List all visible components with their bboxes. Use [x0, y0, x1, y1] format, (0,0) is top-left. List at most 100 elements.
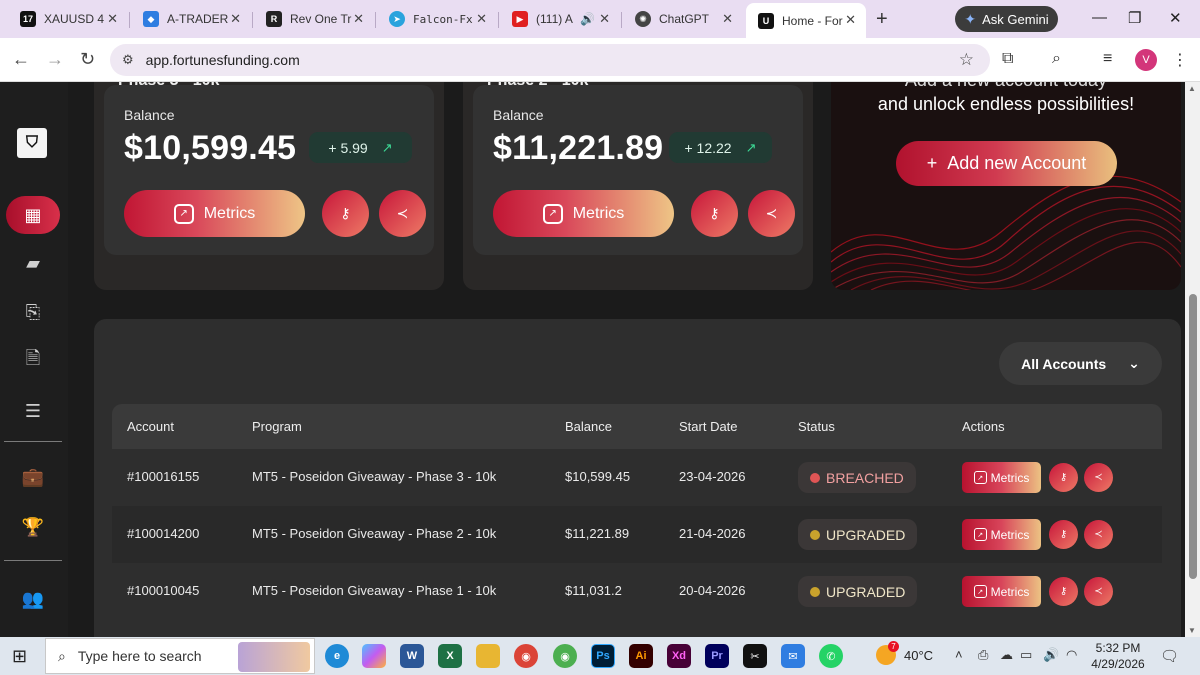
row-share-button[interactable]: ≺ — [1084, 520, 1113, 549]
tab-atrader[interactable]: ◆ A-TRADER ✕ — [131, 5, 251, 33]
wifi-icon[interactable]: ◠ — [1066, 647, 1077, 663]
pnl-badge: + 5.99 ↗ — [309, 132, 412, 163]
sidebar-item-certificates[interactable]: ⎘ — [16, 297, 50, 327]
row-metrics-button[interactable]: ↗ Metrics — [962, 576, 1041, 607]
row-share-button[interactable]: ≺ — [1084, 463, 1113, 492]
photoshop-icon[interactable]: Ps — [591, 644, 615, 668]
metrics-button[interactable]: ↗ Metrics — [493, 190, 674, 237]
metrics-button[interactable]: ↗ Metrics — [124, 190, 305, 237]
report-icon: ☰ — [24, 400, 42, 421]
close-icon[interactable]: ✕ — [476, 11, 487, 27]
chevron-down-icon: ⌄ — [1128, 355, 1140, 371]
address-bar[interactable]: ⚙ app.fortunesfunding.com ☆ — [110, 44, 990, 76]
excel-icon[interactable]: X — [438, 644, 462, 668]
tab-chatgpt[interactable]: ✺ ChatGPT ✕ — [623, 5, 743, 33]
tab-title: Home - For — [782, 13, 843, 28]
minimize-button[interactable]: — — [1092, 9, 1107, 26]
new-tab-button[interactable]: + — [876, 8, 888, 31]
profile-avatar[interactable]: V — [1135, 49, 1157, 71]
system-clock[interactable]: 5:32 PM 4/29/2026 — [1085, 640, 1151, 672]
close-icon[interactable]: ✕ — [107, 11, 118, 27]
tray-chevron-icon[interactable]: ˄ — [955, 647, 963, 662]
temperature: 40°C — [904, 647, 934, 663]
sidebar-item-reports[interactable]: ☰ — [16, 396, 50, 426]
audio-icon[interactable]: 🔊 — [580, 12, 595, 26]
tab-title: Falcon-Fx — [413, 12, 473, 26]
extensions-icon[interactable]: ⧉ — [1002, 50, 1013, 68]
balance-card: Balance $10,599.45 + 5.99 ↗ ↗ Metrics ⚷ … — [104, 85, 434, 255]
menu-icon[interactable]: ⋮ — [1172, 50, 1188, 70]
row-credentials-button[interactable]: ⚷ — [1049, 577, 1078, 606]
row-credentials-button[interactable]: ⚷ — [1049, 520, 1078, 549]
sidebar-item-dashboard[interactable]: ▦ — [6, 196, 60, 234]
copilot-icon[interactable] — [362, 644, 386, 668]
whatsapp-icon[interactable]: ✆ — [819, 644, 843, 668]
tab-youtube[interactable]: ▶ (111) A 🔊 ✕ — [500, 5, 620, 33]
weather-widget[interactable]: 40°C — [876, 645, 933, 665]
balance-label: Balance — [493, 107, 544, 123]
tab-fortunes-home[interactable]: U Home - For ✕ — [746, 3, 866, 38]
media-control-icon[interactable]: ≡ — [1103, 50, 1112, 68]
credentials-button[interactable]: ⚷ — [691, 190, 738, 237]
restore-button[interactable]: ❐ — [1128, 9, 1141, 27]
tray-device-icon[interactable]: ⎙ — [978, 647, 988, 663]
close-icon[interactable]: ✕ — [599, 11, 610, 27]
atrader-icon: ◆ — [143, 11, 159, 27]
notifications-icon[interactable]: 🗨 — [1160, 647, 1179, 665]
row-metrics-button[interactable]: ↗ Metrics — [962, 462, 1041, 493]
close-icon[interactable]: ✕ — [353, 11, 364, 27]
ask-gemini-button[interactable]: ✦ Ask Gemini — [955, 6, 1058, 32]
file-explorer-icon[interactable] — [476, 644, 500, 668]
lens-icon[interactable]: ⌕ — [1052, 50, 1061, 68]
back-button[interactable]: ← — [12, 49, 30, 70]
tab-revone[interactable]: R Rev One Tr ✕ — [254, 5, 374, 33]
chrome-icon[interactable]: ◉ — [553, 644, 577, 668]
row-share-button[interactable]: ≺ — [1084, 577, 1113, 606]
reload-button[interactable]: ↻ — [80, 49, 95, 70]
scrollbar-thumb[interactable] — [1189, 294, 1197, 579]
window-close-button[interactable]: ✕ — [1169, 9, 1182, 27]
forward-button[interactable]: → — [46, 49, 64, 70]
word-icon[interactable]: W — [400, 644, 424, 668]
credentials-button[interactable]: ⚷ — [322, 190, 369, 237]
brand-logo[interactable]: ⛉ — [17, 128, 47, 158]
page-scrollbar[interactable]: ▲ ▼ — [1185, 82, 1200, 637]
chrome-active-icon[interactable]: ◉ — [514, 644, 538, 668]
edge-icon[interactable]: e — [325, 644, 349, 668]
taskbar-search[interactable]: ⌕ Type here to search — [45, 638, 315, 674]
row-credentials-button[interactable]: ⚷ — [1049, 463, 1078, 492]
volume-icon[interactable]: 🔊 — [1043, 647, 1059, 663]
close-icon[interactable]: ✕ — [722, 11, 733, 27]
status-text: UPGRADED — [826, 526, 906, 543]
sidebar-item-wallet[interactable]: ▰ — [16, 248, 50, 278]
certificate-icon: ⎘ — [25, 301, 41, 322]
scroll-up-icon[interactable]: ▲ — [1188, 84, 1196, 93]
metrics-label: Metrics — [203, 204, 256, 222]
site-info-icon[interactable]: ⚙ — [122, 52, 134, 68]
premiere-icon[interactable]: Pr — [705, 644, 729, 668]
close-icon[interactable]: ✕ — [845, 12, 856, 28]
battery-icon[interactable]: ▭ — [1020, 647, 1032, 663]
sidebar-item-invoices[interactable]: 🗎 — [16, 346, 50, 376]
sidebar-item-leaderboard[interactable]: 🏆 — [16, 512, 50, 542]
row-metrics-button[interactable]: ↗ Metrics — [962, 519, 1041, 550]
xd-icon[interactable]: Xd — [667, 644, 691, 668]
tab-separator — [498, 12, 499, 28]
onedrive-icon[interactable]: ☁ — [1000, 647, 1013, 663]
sidebar-item-briefcase[interactable]: 💼 — [16, 462, 50, 492]
scroll-down-icon[interactable]: ▼ — [1188, 626, 1196, 635]
account-filter-dropdown[interactable]: All Accounts ⌄ — [999, 342, 1162, 385]
windows-start-icon[interactable]: ⊞ — [12, 646, 27, 667]
share-icon: ≺ — [396, 205, 409, 221]
tab-xauusd[interactable]: 17 XAUUSD 4 ✕ — [8, 5, 128, 33]
mail-icon[interactable]: ✉ — [781, 644, 805, 668]
capcut-icon[interactable]: ✂ — [743, 644, 767, 668]
tab-falcon[interactable]: ➤ Falcon-Fx ✕ — [377, 5, 497, 33]
share-button[interactable]: ≺ — [379, 190, 426, 237]
illustrator-icon[interactable]: Ai — [629, 644, 653, 668]
close-icon[interactable]: ✕ — [230, 11, 241, 27]
add-new-account-button[interactable]: + Add new Account — [896, 141, 1117, 186]
sidebar-item-community[interactable]: 👥 — [16, 584, 50, 614]
bookmark-star-icon[interactable]: ☆ — [959, 50, 974, 70]
share-button[interactable]: ≺ — [748, 190, 795, 237]
